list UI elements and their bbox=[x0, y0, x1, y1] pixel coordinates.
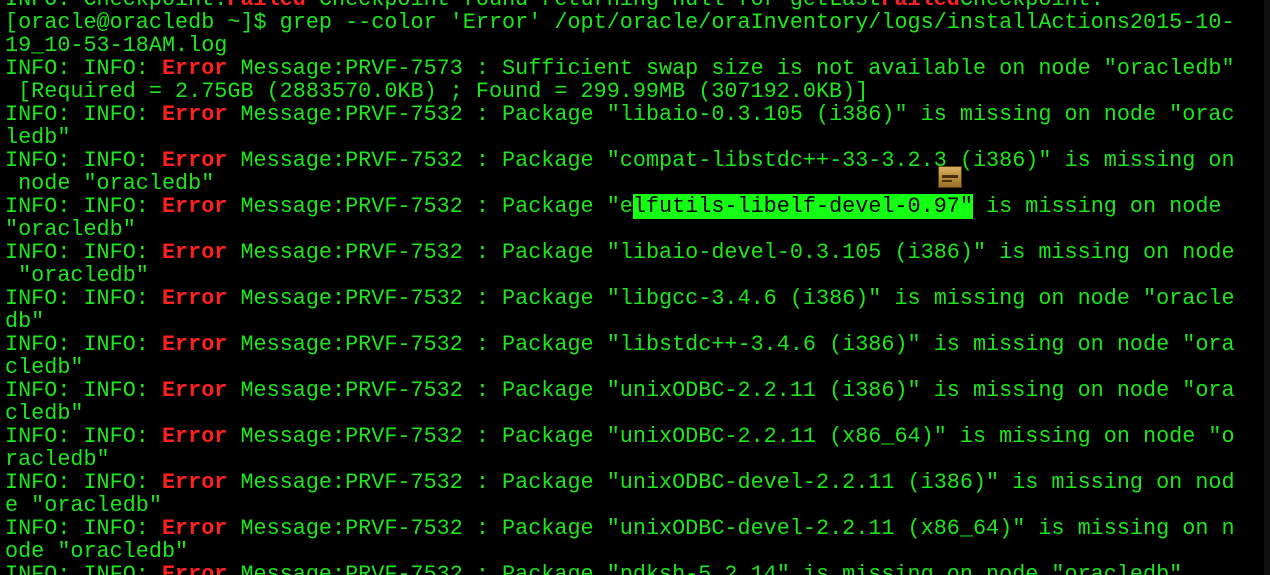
line-text: INFO: INFO: bbox=[5, 56, 162, 81]
grep-match: Error bbox=[161, 424, 228, 449]
line-text: 19_10-53-18AM.log bbox=[5, 33, 228, 58]
terminal-line: [Required = 2.75GB (2883570.0KB) ; Found… bbox=[5, 80, 1235, 103]
line-text: racledb" bbox=[5, 447, 110, 472]
line-text: "oracledb" bbox=[5, 263, 149, 288]
terminal-line: ledb" bbox=[5, 126, 1235, 149]
line-text: INFO: INFO: bbox=[5, 378, 162, 403]
line-text: INFO: INFO: bbox=[5, 516, 162, 541]
line-text: node "oracledb" bbox=[5, 171, 215, 196]
line-text: Message:PRVF-7573 : Sufficient swap size… bbox=[227, 56, 1235, 81]
line-text: Message:PRVF-7532 : Package "libaio-0.3.… bbox=[227, 102, 1235, 127]
line-text: Message:PRVF-7532 : Package "unixODBC-2.… bbox=[227, 424, 1235, 449]
terminal-line: cledb" bbox=[5, 402, 1235, 425]
grep-match: Error bbox=[161, 332, 228, 357]
terminal-scrollbar[interactable] bbox=[1264, 0, 1270, 575]
line-text: INFO: INFO: bbox=[5, 286, 162, 311]
terminal-line: INFO: INFO: Error Message:PRVF-7532 : Pa… bbox=[5, 241, 1235, 264]
line-text: INFO: INFO: bbox=[5, 562, 162, 575]
line-text: cledb" bbox=[5, 401, 84, 426]
line-text: ode "oracledb" bbox=[5, 539, 189, 564]
line-text: Message:PRVF-7532 : Package "e bbox=[227, 194, 633, 219]
line-text: Message:PRVF-7532 : Package "unixODBC-2.… bbox=[227, 378, 1235, 403]
line-text: Message:PRVF-7532 : Package "libgcc-3.4.… bbox=[227, 286, 1235, 311]
terminal-line: "oracledb" bbox=[5, 264, 1235, 287]
line-text: Message:PRVF-7532 : Package "unixODBC-de… bbox=[227, 516, 1235, 541]
line-text: Message:PRVF-7532 : Package "libstdc++-3… bbox=[227, 332, 1235, 357]
terminal-line: INFO: INFO: Error Message:PRVF-7532 : Pa… bbox=[5, 517, 1235, 540]
terminal-line: INFO: INFO: Error Message:PRVF-7532 : Pa… bbox=[5, 379, 1235, 402]
line-text: cledb" bbox=[5, 355, 84, 380]
terminal-window[interactable]: INFO: Checkpoint:Failed Checkpoint found… bbox=[0, 0, 1270, 575]
line-text: INFO: INFO: bbox=[5, 424, 162, 449]
terminal-line: INFO: INFO: Error Message:PRVF-7532 : Pa… bbox=[5, 471, 1235, 494]
terminal-line: e "oracledb" bbox=[5, 494, 1235, 517]
grep-match: Error bbox=[161, 470, 228, 495]
grep-match: Error bbox=[161, 240, 228, 265]
line-text: INFO: INFO: bbox=[5, 148, 162, 173]
terminal-line: INFO: INFO: Error Message:PRVF-7532 : Pa… bbox=[5, 103, 1235, 126]
text-selection: lfutils-libelf-devel-0.97" bbox=[632, 194, 973, 219]
grep-match: Error bbox=[161, 148, 228, 173]
terminal-line: cledb" bbox=[5, 356, 1235, 379]
terminal-line: INFO: INFO: Error Message:PRVF-7532 : Pa… bbox=[5, 149, 1235, 172]
terminal-line: "oracledb" bbox=[5, 218, 1235, 241]
terminal-line: racledb" bbox=[5, 448, 1235, 471]
line-text: db" bbox=[5, 309, 45, 334]
grep-match: Error bbox=[161, 378, 228, 403]
terminal-line: [oracle@oracledb ~]$ grep --color 'Error… bbox=[5, 11, 1235, 34]
grep-match: Error bbox=[161, 286, 228, 311]
line-text: is missing on node bbox=[972, 194, 1222, 219]
grep-match: Error bbox=[161, 562, 228, 575]
line-text: "oracledb" bbox=[5, 217, 136, 242]
terminal-line: 19_10-53-18AM.log bbox=[5, 34, 1235, 57]
grep-match: Error bbox=[161, 56, 228, 81]
line-text: INFO: INFO: bbox=[5, 194, 162, 219]
terminal-line: node "oracledb" bbox=[5, 172, 1235, 195]
terminal-line: db" bbox=[5, 310, 1235, 333]
line-text: [Required = 2.75GB (2883570.0KB) ; Found… bbox=[5, 79, 869, 104]
line-text: INFO: INFO: bbox=[5, 332, 162, 357]
line-text: INFO: INFO: bbox=[5, 470, 162, 495]
line-text: [oracle@oracledb ~]$ grep --color 'Error… bbox=[5, 10, 1235, 35]
terminal-line: INFO: INFO: Error Message:PRVF-7532 : Pa… bbox=[5, 194, 1235, 219]
line-text: e "oracledb" bbox=[5, 493, 162, 518]
terminal-line: INFO: INFO: Error Message:PRVF-7532 : Pa… bbox=[5, 563, 1235, 575]
terminal-line: INFO: INFO: Error Message:PRVF-7532 : Pa… bbox=[5, 287, 1235, 310]
line-text: INFO: INFO: bbox=[5, 102, 162, 127]
line-text: Message:PRVF-7532 : Package "unixODBC-de… bbox=[227, 470, 1235, 495]
terminal-line: INFO: INFO: Error Message:PRVF-7573 : Su… bbox=[5, 57, 1235, 80]
line-text: Message:PRVF-7532 : Package "libaio-deve… bbox=[227, 240, 1235, 265]
grep-match: Error bbox=[161, 194, 228, 219]
terminal-line: INFO: INFO: Error Message:PRVF-7532 : Pa… bbox=[5, 333, 1235, 356]
terminal-line: INFO: INFO: Error Message:PRVF-7532 : Pa… bbox=[5, 425, 1235, 448]
terminal-output[interactable]: INFO: Checkpoint:Failed Checkpoint found… bbox=[5, 0, 1235, 575]
grep-match: Error bbox=[161, 516, 228, 541]
grep-match: Error bbox=[161, 102, 228, 127]
line-text: Message:PRVF-7532 : Package "pdksh-5.2.1… bbox=[227, 562, 1183, 575]
line-text: INFO: INFO: bbox=[5, 240, 162, 265]
line-text: ledb" bbox=[5, 125, 71, 150]
package-icon bbox=[938, 166, 962, 188]
line-text: Message:PRVF-7532 : Package "compat-libs… bbox=[227, 148, 1235, 173]
terminal-line: ode "oracledb" bbox=[5, 540, 1235, 563]
